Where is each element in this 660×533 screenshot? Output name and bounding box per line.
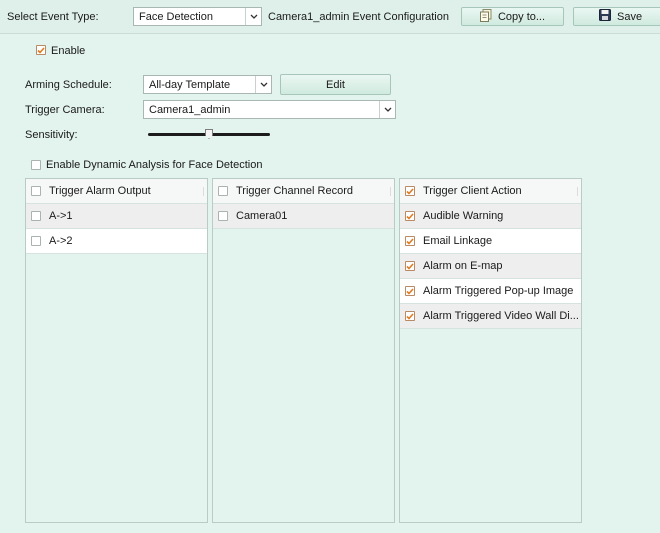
list-item-label: A->2 <box>49 235 73 247</box>
list-item[interactable]: Alarm Triggered Pop-up Image <box>400 279 581 304</box>
alarm-output-header-label: Trigger Alarm Output <box>49 185 151 197</box>
audible-warning-checkbox[interactable] <box>405 211 415 221</box>
dynamic-analysis-label: Enable Dynamic Analysis for Face Detecti… <box>46 159 263 171</box>
chevron-down-icon[interactable] <box>245 8 261 25</box>
client-action-select-all-checkbox[interactable] <box>405 186 415 196</box>
checkmark-icon <box>406 312 414 320</box>
list-item-label: A->1 <box>49 210 73 222</box>
list-item[interactable]: Email Linkage <box>400 229 581 254</box>
channel-record-select-all-checkbox[interactable] <box>218 186 228 196</box>
sensitivity-slider-handle[interactable] <box>205 129 213 139</box>
checkmark-icon <box>406 237 414 245</box>
list-item[interactable]: Audible Warning <box>400 204 581 229</box>
save-button[interactable]: Save <box>573 7 660 26</box>
dynamic-analysis-checkbox[interactable] <box>31 160 41 170</box>
enable-checkbox[interactable] <box>36 45 46 55</box>
popup-image-checkbox[interactable] <box>405 286 415 296</box>
client-action-panel: Trigger Client Action Audible Warning Em… <box>399 178 582 523</box>
list-item[interactable]: Camera01 <box>213 204 394 229</box>
alarm-output-2-checkbox[interactable] <box>31 236 41 246</box>
email-linkage-checkbox[interactable] <box>405 236 415 246</box>
client-action-header: Trigger Client Action <box>400 179 581 204</box>
camera01-checkbox[interactable] <box>218 211 228 221</box>
client-action-header-label: Trigger Client Action <box>423 185 522 197</box>
checkmark-icon <box>406 187 414 195</box>
chevron-down-icon[interactable] <box>255 76 271 93</box>
video-wall-checkbox[interactable] <box>405 311 415 321</box>
alarm-output-header: Trigger Alarm Output <box>26 179 207 204</box>
edit-label: Edit <box>326 78 345 91</box>
checkmark-icon <box>37 46 45 54</box>
list-item-label: Audible Warning <box>423 210 504 222</box>
chevron-down-icon[interactable] <box>379 101 395 118</box>
checkmark-icon <box>406 287 414 295</box>
edit-button[interactable]: Edit <box>280 74 391 95</box>
channel-record-header: Trigger Channel Record <box>213 179 394 204</box>
list-item-label: Alarm Triggered Pop-up Image <box>423 285 574 297</box>
arming-schedule-label: Arming Schedule: <box>25 79 112 91</box>
alarm-output-1-checkbox[interactable] <box>31 211 41 221</box>
sensitivity-label: Sensitivity: <box>25 129 78 141</box>
channel-record-panel: Trigger Channel Record Camera01 <box>212 178 395 523</box>
alarm-output-select-all-checkbox[interactable] <box>31 186 41 196</box>
list-item-label: Email Linkage <box>423 235 493 247</box>
event-type-select[interactable]: Face Detection <box>133 7 262 26</box>
list-item-label: Alarm Triggered Video Wall Di... <box>423 310 579 322</box>
list-item[interactable]: A->2 <box>26 229 207 254</box>
arming-schedule-value: All-day Template <box>149 79 231 91</box>
event-type-value: Face Detection <box>139 11 213 23</box>
list-item-label: Camera01 <box>236 210 288 222</box>
list-item[interactable]: A->1 <box>26 204 207 229</box>
copy-to-label: Copy to... <box>497 10 546 23</box>
checkmark-icon <box>406 212 414 220</box>
list-item-label: Alarm on E-map <box>423 260 503 272</box>
trigger-camera-select[interactable]: Camera1_admin <box>143 100 396 119</box>
alarm-emap-checkbox[interactable] <box>405 261 415 271</box>
event-type-label: Select Event Type: <box>7 11 99 23</box>
copy-to-button[interactable]: Copy to... <box>461 7 564 26</box>
list-item[interactable]: Alarm on E-map <box>400 254 581 279</box>
alarm-output-panel: Trigger Alarm Output A->1 A->2 <box>25 178 208 523</box>
trigger-camera-value: Camera1_admin <box>149 104 231 116</box>
column-separator <box>577 187 578 196</box>
save-label: Save <box>617 10 643 23</box>
channel-record-header-label: Trigger Channel Record <box>236 185 353 197</box>
column-separator <box>203 187 204 196</box>
column-separator <box>390 187 391 196</box>
copy-icon <box>479 8 492 25</box>
checkmark-icon <box>406 262 414 270</box>
config-title: Camera1_admin Event Configuration <box>268 11 449 23</box>
list-item[interactable]: Alarm Triggered Video Wall Di... <box>400 304 581 329</box>
enable-label: Enable <box>51 45 86 57</box>
save-icon <box>599 9 611 24</box>
arming-schedule-select[interactable]: All-day Template <box>143 75 272 94</box>
trigger-camera-label: Trigger Camera: <box>25 104 105 116</box>
